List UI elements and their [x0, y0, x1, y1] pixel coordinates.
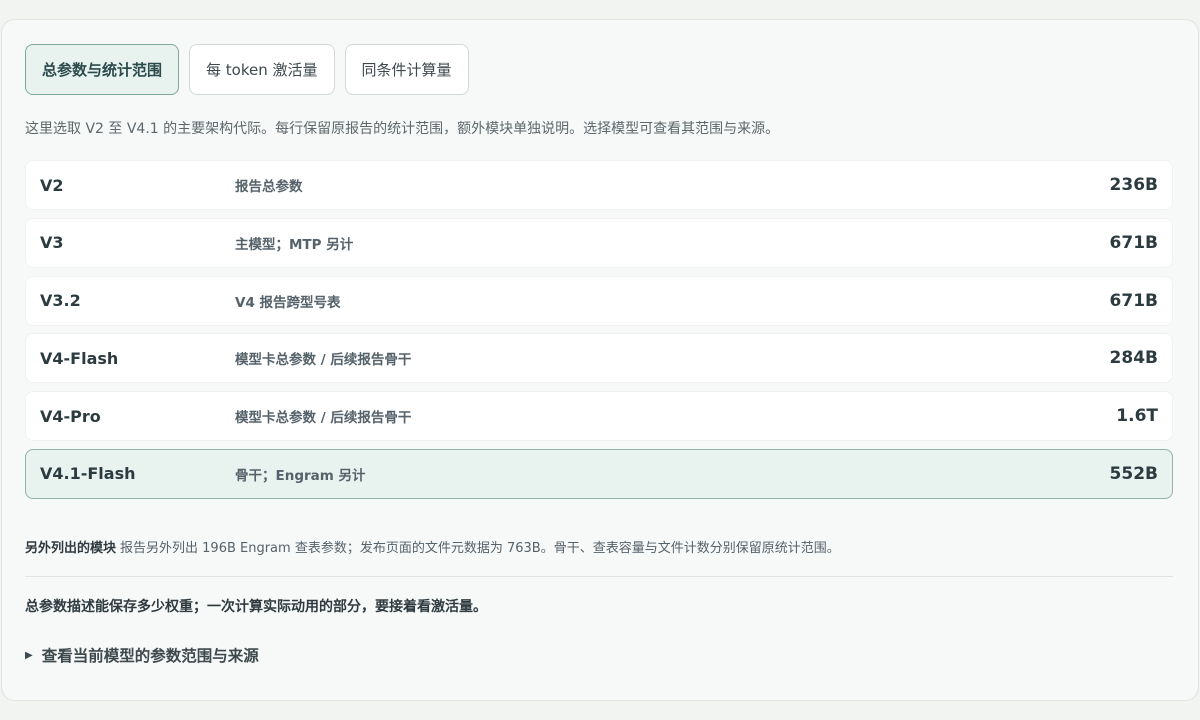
- model-name: V4-Flash: [40, 348, 119, 368]
- model-name: V3: [40, 233, 64, 253]
- model-scope: 主模型；MTP 另计: [235, 236, 354, 253]
- model-scope: 骨干；Engram 另计: [235, 467, 366, 484]
- model-list: V2 报告总参数 236B V3 主模型；MTP 另计 671B V3.2 V4…: [25, 160, 1173, 507]
- model-row-v4-flash[interactable]: V4-Flash 模型卡总参数 / 后续报告骨干 284B: [25, 333, 1173, 384]
- model-name: V3.2: [40, 291, 81, 311]
- model-row-v3[interactable]: V3 主模型；MTP 另计 671B: [25, 217, 1173, 268]
- model-param-value: 1.6T: [1116, 406, 1158, 427]
- model-param-value: 236B: [1109, 175, 1158, 195]
- extra-module-note: 另外列出的模块 报告另外列出 196B Engram 查表参数；发布页面的文件元数…: [25, 537, 840, 556]
- model-name: V2: [40, 175, 64, 195]
- section-description: 这里选取 V2 至 V4.1 的主要架构代际。每行保留原报告的统计范围，额外模块…: [25, 121, 780, 137]
- summary-text: 总参数描述能保存多少权重；一次计算实际动用的部分，要接着看激活量。: [25, 599, 487, 615]
- model-name: V4-Pro: [40, 406, 101, 426]
- note-label: 另外列出的模块: [25, 541, 117, 556]
- note-text: 报告另外列出 196B Engram 查表参数；发布页面的文件元数据为 763B…: [120, 541, 840, 556]
- model-scope: 模型卡总参数 / 后续报告骨干: [235, 352, 412, 369]
- divider: [25, 576, 1173, 577]
- tab-total-params[interactable]: 总参数与统计范围: [25, 44, 180, 95]
- model-param-value: 671B: [1109, 232, 1158, 253]
- model-param-value: 671B: [1109, 290, 1158, 311]
- tab-bar: 总参数与统计范围 每 token 激活量 同条件计算量: [25, 44, 469, 95]
- model-param-value: 552B: [1109, 463, 1158, 484]
- model-row-v4-pro[interactable]: V4-Pro 模型卡总参数 / 后续报告骨干 1.6T: [25, 391, 1173, 442]
- disclosure-triangle-icon: ▶: [25, 649, 33, 661]
- details-toggle[interactable]: ▶ 查看当前模型的参数范围与来源: [25, 644, 259, 666]
- model-row-v3-2[interactable]: V3.2 V4 报告跨型号表 671B: [25, 275, 1173, 326]
- model-scope: 报告总参数: [235, 179, 303, 195]
- details-label: 查看当前模型的参数范围与来源: [41, 647, 259, 665]
- model-name: V4.1-Flash: [40, 464, 136, 484]
- tab-compute-same-condition[interactable]: 同条件计算量: [344, 44, 469, 95]
- tab-activated-per-token[interactable]: 每 token 激活量: [189, 44, 335, 95]
- model-scope: V4 报告跨型号表: [235, 294, 341, 311]
- model-row-v4-1-flash[interactable]: V4.1-Flash 骨干；Engram 另计 552B: [25, 448, 1173, 499]
- model-row-v2[interactable]: V2 报告总参数 236B: [25, 160, 1173, 210]
- model-param-value: 284B: [1109, 348, 1158, 369]
- model-scope: 模型卡总参数 / 后续报告骨干: [235, 410, 412, 427]
